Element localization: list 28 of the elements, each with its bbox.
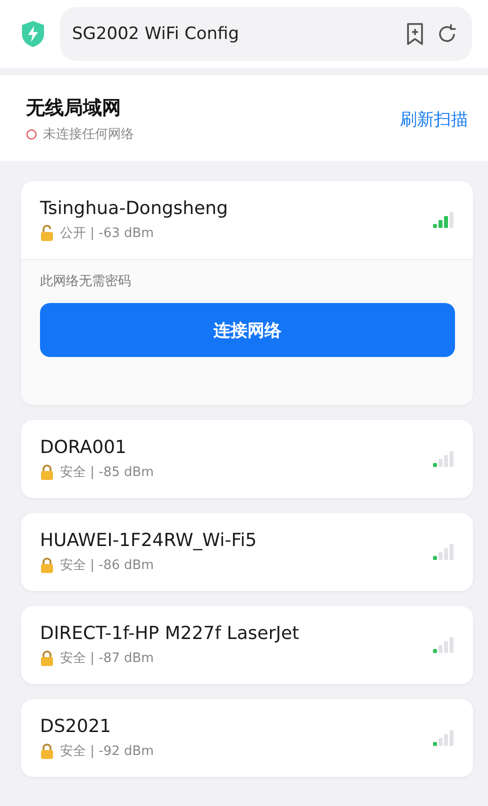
bookmark-add-icon: [404, 22, 426, 46]
network-name: Tsinghua-Dongsheng: [40, 198, 228, 219]
address-bar[interactable]: SG2002 WiFi Config: [60, 7, 472, 61]
section-title: 无线局域网: [26, 96, 122, 121]
page-title: SG2002 WiFi Config: [72, 24, 240, 44]
network-name: DIRECT-1f-HP M227f LaserJet: [40, 623, 300, 644]
network-detail: 安全 | -85 dBm: [60, 464, 154, 481]
bookmark-add-button[interactable]: [404, 22, 426, 46]
network-detail: 安全 | -87 dBm: [60, 650, 154, 667]
reload-button[interactable]: [436, 23, 458, 45]
network-name: DORA001: [40, 437, 128, 458]
network-name: DS2021: [40, 716, 112, 737]
status-circle-icon: [26, 128, 37, 140]
network-row[interactable]: Tsinghua-Dongsheng 公开 | -63 dBm: [21, 181, 473, 259]
refresh-scan-link[interactable]: 刷新扫描: [400, 108, 468, 130]
network-row[interactable]: DIRECT-1f-HP M227f LaserJet 安全 | -87 dBm: [21, 606, 473, 684]
network-detail: 安全 | -86 dBm: [60, 557, 154, 574]
network-name: HUAWEI-1F24RW_Wi-Fi5: [40, 530, 257, 551]
password-note: 此网络无需密码: [40, 273, 132, 290]
shield-bolt-icon: [20, 20, 46, 48]
reload-icon: [436, 23, 458, 45]
connect-button[interactable]: 连接网络: [40, 303, 455, 357]
network-detail: 安全 | -92 dBm: [60, 743, 154, 760]
network-row[interactable]: HUAWEI-1F24RW_Wi-Fi5 安全 | -86 dBm: [21, 513, 473, 591]
network-detail: 公开 | -63 dBm: [60, 225, 154, 242]
connection-status: 未连接任何网络: [43, 126, 134, 143]
network-row[interactable]: DORA001 安全 | -85 dBm: [21, 420, 473, 498]
network-row[interactable]: DS2021 安全 | -92 dBm: [21, 699, 473, 777]
